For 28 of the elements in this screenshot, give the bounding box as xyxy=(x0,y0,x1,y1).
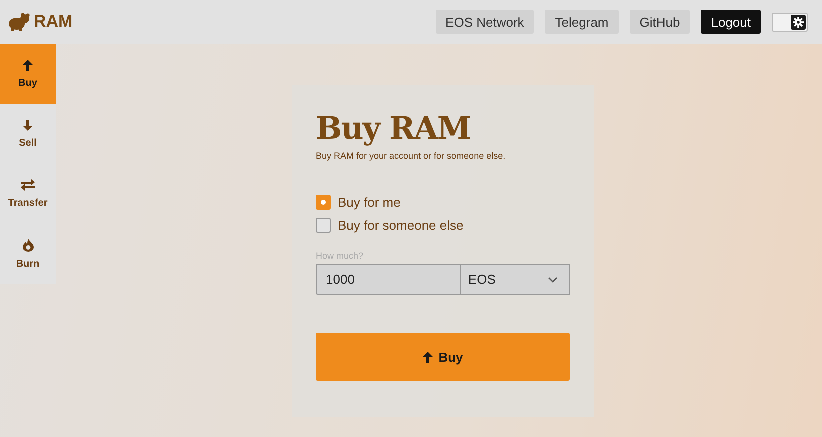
option-label[interactable]: Buy for someone else xyxy=(338,218,464,233)
currency-dropdown[interactable]: EOS xyxy=(461,264,570,295)
nav-link-button[interactable]: Telegram xyxy=(545,10,619,34)
swap-arrows-icon xyxy=(21,179,35,191)
arrow-down-icon xyxy=(23,120,33,130)
radio-button[interactable] xyxy=(316,195,331,210)
page-title: Buy RAM xyxy=(316,111,472,147)
amount-field[interactable]: 1000 xyxy=(316,264,462,295)
settings-icon xyxy=(793,16,804,28)
arrow-up-icon xyxy=(422,352,433,362)
radio-button[interactable] xyxy=(316,218,331,233)
nav-link-button[interactable]: GitHub xyxy=(630,10,690,34)
sidebar-item[interactable]: Sell xyxy=(0,104,56,164)
flame-icon xyxy=(22,238,34,252)
chevron-down-icon xyxy=(548,276,558,282)
app-title: RAM xyxy=(34,12,73,32)
bear-logo-icon xyxy=(8,13,30,31)
buy-button[interactable]: Buy xyxy=(316,333,570,381)
page-subtitle: Buy RAM for your account or for someone else. xyxy=(316,151,507,161)
sidebar-item[interactable]: Buy xyxy=(0,44,56,104)
theme-toggle[interactable] xyxy=(772,12,808,32)
field-label: How much? xyxy=(316,251,365,261)
sidebar-item[interactable]: Transfer xyxy=(0,164,56,224)
logout-button[interactable]: Logout xyxy=(701,10,761,34)
option-label[interactable]: Buy for me xyxy=(338,195,401,210)
nav-link-button[interactable]: EOS Network xyxy=(436,10,534,34)
arrow-up-icon xyxy=(23,60,33,70)
sidebar-item[interactable]: Burn xyxy=(0,224,56,284)
